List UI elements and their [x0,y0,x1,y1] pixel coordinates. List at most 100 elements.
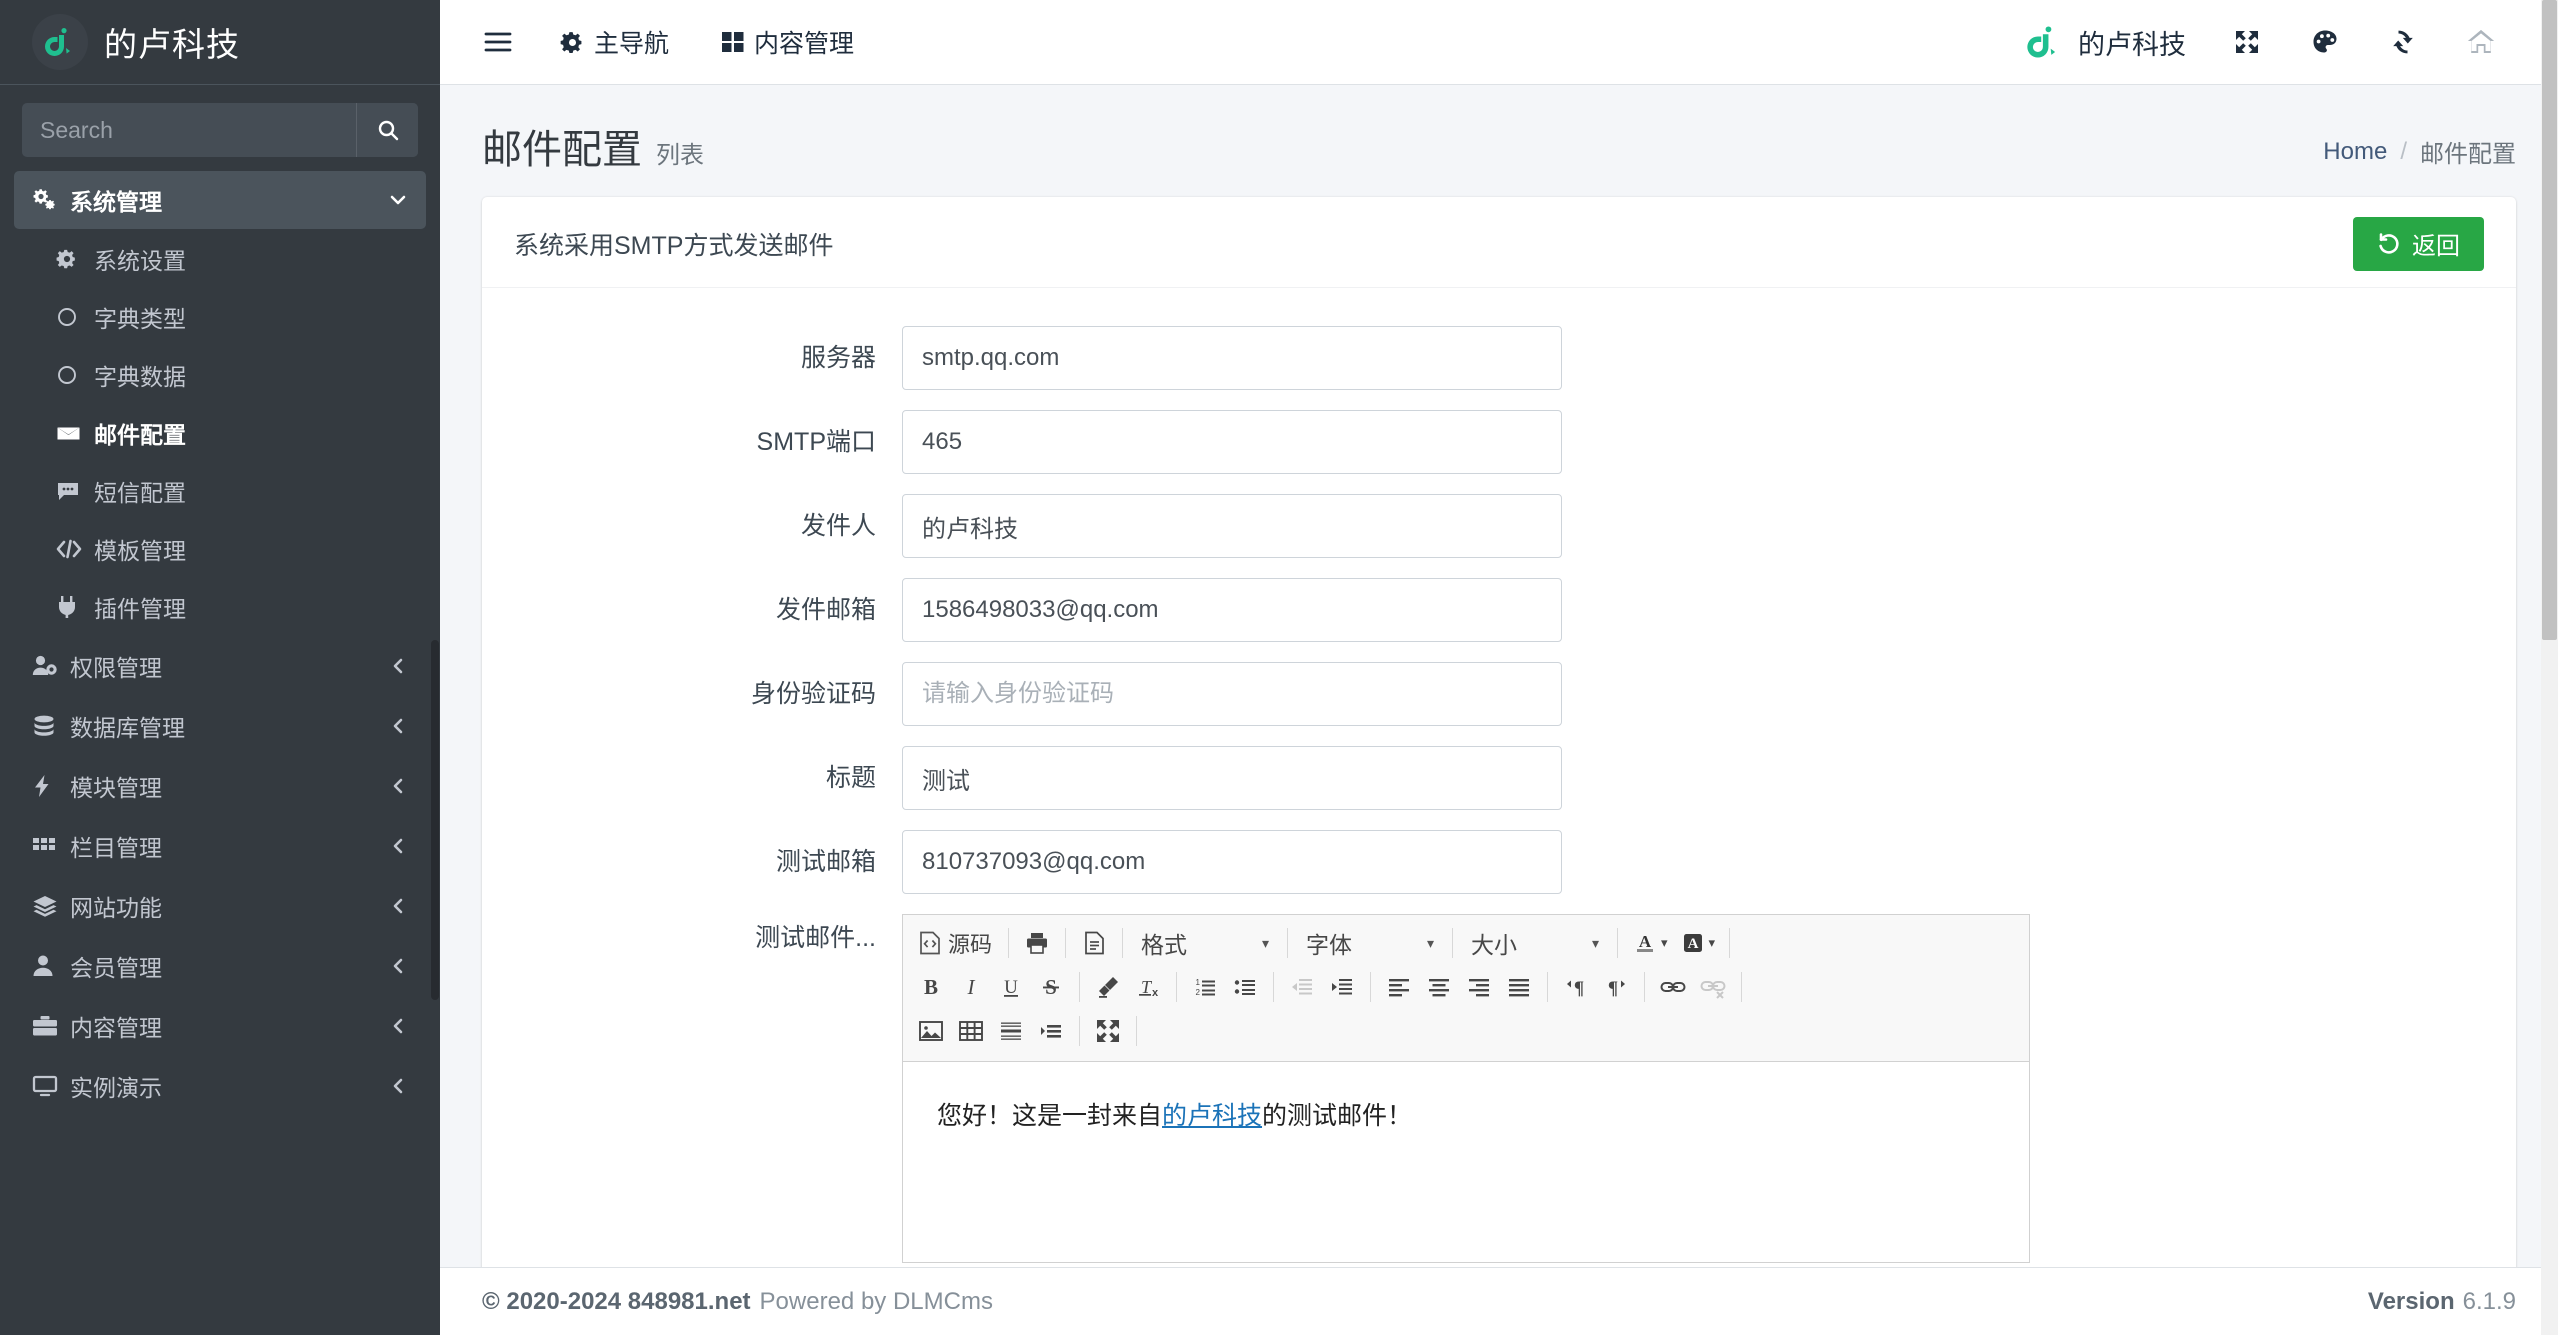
smtp-port-input[interactable] [902,410,1562,474]
refresh-button[interactable] [2364,0,2442,85]
home-button[interactable] [2442,0,2520,85]
source-button[interactable]: 源码 [911,923,1000,963]
sidebar-item-member[interactable]: 会员管理 [14,937,426,995]
sidebar-item-template-manage[interactable]: 模板管理 [38,521,426,577]
nav-link-content[interactable]: 内容管理 [695,0,880,85]
editor-content-area[interactable]: 您好！这是一封来自的卢科技的测试邮件！ [903,1062,2029,1262]
sidebar-item-label: 栏目管理 [70,835,162,861]
clear-formatting-button[interactable]: T x [1128,967,1168,1007]
sidebar-brand[interactable]: 的卢科技 [0,0,440,85]
font-dropdown-label: 字体 [1306,932,1353,958]
remove-format-button[interactable] [1088,967,1128,1007]
link-button[interactable] [1653,967,1693,1007]
bg-color-button[interactable]: A ▾ [1674,923,1722,963]
fullscreen-button[interactable] [2208,0,2286,85]
chevron-down-icon: ▾ [1661,935,1668,950]
title-input[interactable] [902,746,1562,810]
user-icon [32,954,70,978]
sidebar-item-plugin-manage[interactable]: 插件管理 [38,579,426,635]
font-dropdown[interactable]: 字体 ▾ [1296,923,1444,963]
print-button[interactable] [1017,923,1057,963]
text-color-button[interactable]: A ▾ [1626,923,1674,963]
sidebar-item-module[interactable]: 模块管理 [14,757,426,815]
sidebar-item-system-settings[interactable]: 系统设置 [38,231,426,287]
return-button[interactable]: 返回 [2353,216,2484,271]
page-scrollbar[interactable] [2541,0,2558,1335]
indent-button[interactable] [1322,967,1362,1007]
theme-button[interactable] [2286,0,2364,85]
outdent-button[interactable] [1282,967,1322,1007]
horizontal-rule-button[interactable] [991,1011,1031,1051]
sidebar-item-label: 数据库管理 [70,715,185,741]
sender-email-input[interactable] [902,578,1562,642]
sidebar-item-label: 模板管理 [94,538,186,564]
navbar-brand[interactable]: 的卢科技 [2002,22,2208,62]
chevron-left-icon [390,897,408,915]
sidebar-toggle-button[interactable] [462,0,534,85]
templates-button[interactable] [1074,923,1114,963]
size-dropdown-label: 大小 [1471,932,1518,958]
align-justify-button[interactable] [1499,967,1539,1007]
breadcrumb-home[interactable]: Home [2323,138,2387,166]
sender-name-input[interactable] [902,494,1562,558]
svg-text:1: 1 [1196,978,1201,987]
chevron-left-icon [390,777,408,795]
maximize-button[interactable] [1088,1011,1128,1051]
bold-button[interactable]: B [911,967,951,1007]
sidebar-item-label: 邮件配置 [94,422,186,448]
sidebar-item-label: 系统设置 [94,248,186,274]
table-button[interactable] [951,1011,991,1051]
sidebar-item-demo[interactable]: 实例演示 [14,1057,426,1115]
underline-button[interactable]: U [991,967,1031,1007]
sidebar-item-mail-config[interactable]: 邮件配置 [38,405,426,461]
numbered-list-button[interactable]: 1 2 [1185,967,1225,1007]
search-button[interactable] [356,103,418,157]
chevron-left-icon [390,1077,408,1095]
unlink-button[interactable] [1693,967,1733,1007]
nav-link-main[interactable]: 主导航 [534,0,695,85]
footer-version-value: 6.1.9 [2462,1287,2516,1315]
sidebar-item-database[interactable]: 数据库管理 [14,697,426,755]
sidebar-scrollbar-thumb[interactable] [431,640,439,1000]
server-input[interactable] [902,326,1562,390]
rtl-icon: ¶ [1604,975,1628,999]
chevron-left-icon [390,717,408,735]
search-input[interactable] [22,103,356,157]
align-right-button[interactable] [1459,967,1499,1007]
sidebar-item-website-func[interactable]: 网站功能 [14,877,426,935]
image-button[interactable] [911,1011,951,1051]
nav-link-label: 内容管理 [754,30,855,58]
scrollbar-down-arrow[interactable] [2541,1318,2558,1335]
page-break-icon [1039,1019,1063,1043]
rtl-button[interactable]: ¶ [1596,967,1636,1007]
maximize-icon [1095,1018,1121,1044]
toolbar-separator [1729,928,1731,958]
scrollbar-thumb[interactable] [2542,0,2557,640]
ltr-button[interactable]: ¶ [1556,967,1596,1007]
remove-format-icon [1096,975,1120,999]
auth-code-input[interactable] [902,662,1562,726]
sidebar-item-dict-data[interactable]: 字典数据 [38,347,426,403]
italic-button[interactable]: I [951,967,991,1007]
form-row-sender-email: 发件邮箱 [482,578,2516,642]
strikethrough-button[interactable]: S [1031,967,1071,1007]
test-email-input[interactable] [902,830,1562,894]
sidebar-item-permission[interactable]: 权限管理 [14,637,426,695]
form-row-auth-code: 身份验证码 [482,662,2516,726]
bulleted-list-button[interactable] [1225,967,1265,1007]
page-break-button[interactable] [1031,1011,1071,1051]
grid-icon [32,834,70,858]
format-dropdown[interactable]: 格式 ▾ [1131,923,1279,963]
sidebar-item-sms-config[interactable]: 短信配置 [38,463,426,519]
align-left-button[interactable] [1379,967,1419,1007]
size-dropdown[interactable]: 大小 ▾ [1461,923,1609,963]
sidebar-item-dict-type[interactable]: 字典类型 [38,289,426,345]
align-justify-icon [1507,975,1531,999]
sidebar-group-system[interactable]: 系统管理 [14,171,426,229]
page-header: 邮件配置 列表 Home / 邮件配置 [440,85,2558,197]
sidebar-item-label: 权限管理 [70,655,162,681]
align-center-button[interactable] [1419,967,1459,1007]
sidebar-item-column[interactable]: 栏目管理 [14,817,426,875]
sidebar-item-content[interactable]: 内容管理 [14,997,426,1055]
editor-link[interactable]: 的卢科技 [1162,1102,1262,1130]
